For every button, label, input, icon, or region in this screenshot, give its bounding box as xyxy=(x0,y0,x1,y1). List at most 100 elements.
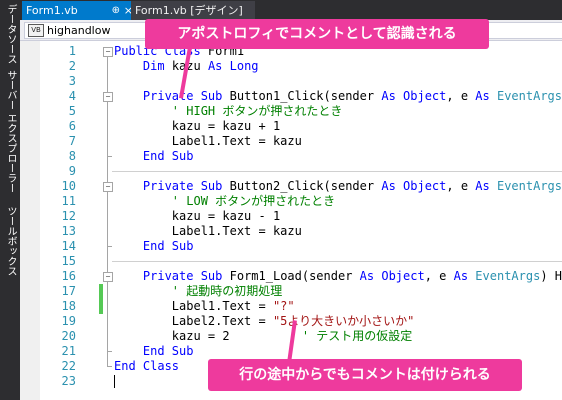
code-token: As xyxy=(475,89,490,103)
line-number: 11 xyxy=(61,194,76,208)
tab-form1-design[interactable]: Form1.vb [デザイン] xyxy=(131,1,255,20)
code-token: As Object xyxy=(359,269,425,283)
tab-label: Form1.vb xyxy=(26,4,78,17)
procedure-separator xyxy=(112,261,562,262)
code-line[interactable]: 13 Label1.Text = kazu xyxy=(20,224,562,239)
collapse-toggle[interactable]: − xyxy=(103,272,113,282)
code-text: Private Sub Button2_Click(sender As Obje… xyxy=(114,179,562,194)
code-line[interactable]: 6 kazu = kazu + 1 xyxy=(20,119,562,134)
code-token: kazu = kazu + 1 xyxy=(114,119,281,133)
code-line[interactable]: 10 Private Sub Button2_Click(sender As O… xyxy=(20,179,562,194)
line-number: 13 xyxy=(61,224,76,238)
code-line[interactable]: 4 Private Sub Button1_Click(sender As Ob… xyxy=(20,89,562,104)
text-caret xyxy=(114,375,115,388)
code-line[interactable]: 8 End Sub xyxy=(20,149,562,164)
code-token: End Sub xyxy=(142,239,194,253)
tab-label: Form1.vb [デザイン] xyxy=(135,4,243,17)
code-token: Form1_Load(sender xyxy=(222,269,360,283)
callout-bottom: 行の途中からでもコメントは付けられる xyxy=(208,359,522,391)
code-text: kazu = kazu + 1 xyxy=(114,119,280,134)
line-number: 2 xyxy=(68,59,76,73)
line-number: 16 xyxy=(61,269,76,283)
code-token: End Sub xyxy=(142,149,194,163)
code-line[interactable]: 14 End Sub xyxy=(20,239,562,254)
code-token: ' テスト用の仮設定 xyxy=(301,329,413,343)
line-number: 4 xyxy=(68,89,76,103)
code-token: kazu = 2 xyxy=(114,329,302,343)
code-token: ' LOW ボタンが押されたとき xyxy=(171,194,336,208)
outline-end-marker xyxy=(107,366,112,367)
code-line[interactable]: 11 ' LOW ボタンが押されたとき xyxy=(20,194,562,209)
tool-window-strip: データソース サーバー エクスプローラー ツールボックス xyxy=(0,0,20,400)
code-text: End Class xyxy=(114,359,179,374)
line-number: 3 xyxy=(68,74,76,88)
line-number: 6 xyxy=(68,119,76,133)
outline-end-marker xyxy=(107,156,112,157)
changed-lines-marker xyxy=(99,284,103,314)
line-number: 7 xyxy=(68,134,76,148)
server-explorer-panel-tab[interactable]: サーバー エクスプローラー xyxy=(0,70,20,193)
line-number: 21 xyxy=(61,344,76,358)
line-number: 19 xyxy=(61,314,76,328)
line-number: 1 xyxy=(68,44,76,58)
code-token: Label1.Text = kazu xyxy=(114,134,302,148)
vb-project-icon: VB xyxy=(28,24,44,37)
collapse-toggle[interactable]: − xyxy=(103,47,113,57)
code-text: End Sub xyxy=(114,239,194,254)
code-token: ' 起動時の初期処理 xyxy=(171,284,283,298)
line-number: 23 xyxy=(61,374,76,388)
collapse-toggle[interactable]: − xyxy=(103,92,113,102)
code-line[interactable]: 2 Dim kazu As Long xyxy=(20,59,562,74)
code-text: ' HIGH ボタンが押されたとき xyxy=(114,104,343,119)
code-text: ' LOW ボタンが押されたとき xyxy=(114,194,335,209)
project-name: highandlow xyxy=(47,24,111,37)
code-token: "?" xyxy=(272,299,295,313)
line-number: 8 xyxy=(68,149,76,163)
code-text: ' 起動時の初期処理 xyxy=(114,284,282,299)
code-token: Private Sub xyxy=(142,269,223,283)
code-text: kazu = kazu - 1 xyxy=(114,209,280,224)
line-number: 9 xyxy=(68,164,76,178)
outline-end-marker xyxy=(107,246,112,247)
code-token: As Long xyxy=(207,59,259,73)
tab-form1-code[interactable]: Form1.vb ⊕ × xyxy=(22,1,138,20)
code-line[interactable]: 5 ' HIGH ボタンが押されたとき xyxy=(20,104,562,119)
code-text: Private Sub Form1_Load(sender As Object,… xyxy=(114,269,562,284)
code-line[interactable]: 16 Private Sub Form1_Load(sender As Obje… xyxy=(20,269,562,284)
code-token: EventArgs xyxy=(475,269,541,283)
pin-icon[interactable]: ⊕ xyxy=(112,1,120,20)
code-token: As xyxy=(453,269,469,283)
code-line[interactable]: 3 xyxy=(20,74,562,89)
code-token: ) Hand xyxy=(540,269,562,283)
code-token: As Object xyxy=(381,179,447,193)
toolbox-panel-tab[interactable]: ツールボックス xyxy=(0,206,20,276)
code-token: Button1_Click(sender xyxy=(222,89,382,103)
code-text: Label1.Text = kazu xyxy=(114,134,302,149)
outline-end-marker xyxy=(107,351,112,352)
datasource-panel-tab[interactable]: データソース xyxy=(0,4,20,64)
outline-guide xyxy=(107,56,108,367)
code-line[interactable]: 7 Label1.Text = kazu xyxy=(20,134,562,149)
line-number: 15 xyxy=(61,254,76,268)
code-text: Label1.Text = kazu xyxy=(114,224,302,239)
collapse-toggle[interactable]: − xyxy=(103,182,113,192)
procedure-separator xyxy=(112,171,562,172)
code-token: Label2.Text = xyxy=(114,314,273,328)
code-text: Label1.Text = "?" xyxy=(114,299,295,314)
code-token: End Sub xyxy=(142,344,194,358)
code-token: EventArgs xyxy=(496,179,562,193)
code-text: kazu = 2 ' テスト用の仮設定 xyxy=(114,329,413,344)
code-line[interactable]: 12 kazu = kazu - 1 xyxy=(20,209,562,224)
code-token: Dim xyxy=(142,59,165,73)
code-token: As Object xyxy=(381,89,447,103)
code-token: Label1.Text = kazu xyxy=(114,224,302,238)
line-number: 5 xyxy=(68,104,76,118)
